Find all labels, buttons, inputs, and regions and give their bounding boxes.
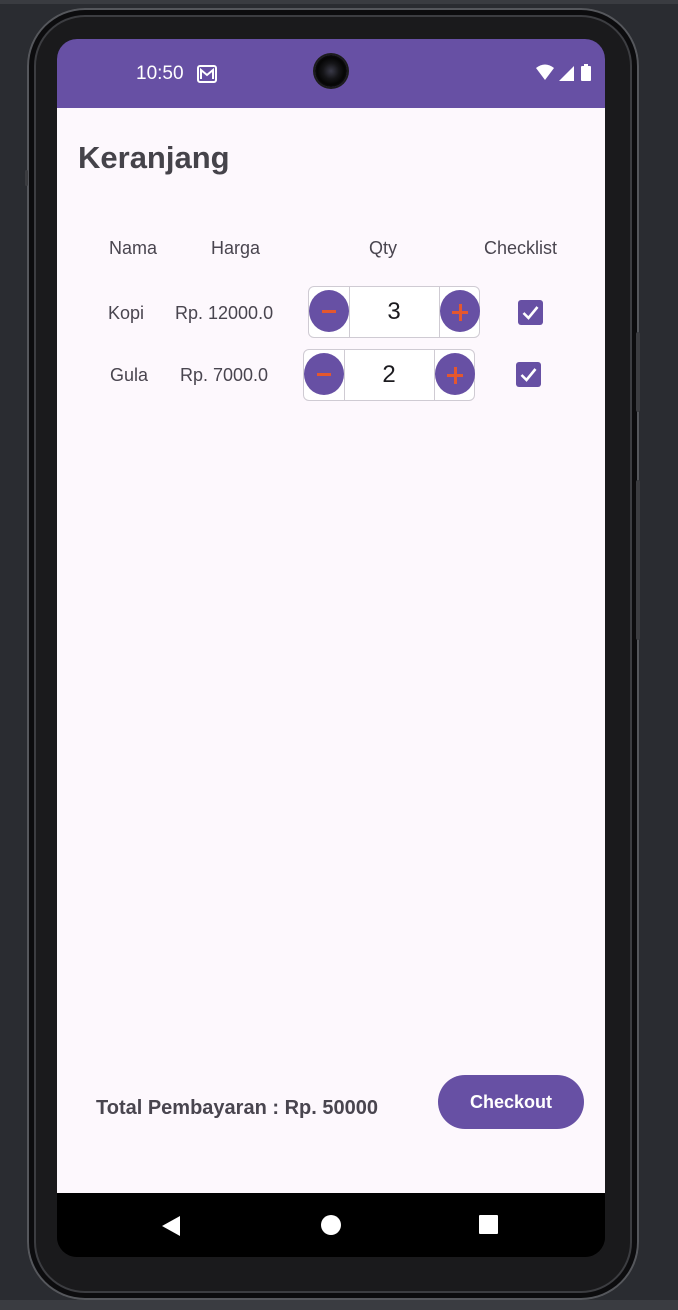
phone-screen: 10:50 Keranjang Nama Harga Qty Checklist… <box>57 39 605 1257</box>
decrement-button[interactable] <box>309 290 349 332</box>
battery-icon <box>581 64 591 81</box>
item-price: Rp. 7000.0 <box>180 365 269 385</box>
desk-edge-bottom <box>0 1300 678 1310</box>
wifi-icon <box>536 64 554 80</box>
increment-button[interactable] <box>435 353 475 395</box>
increment-button[interactable] <box>440 290 480 332</box>
mail-icon <box>197 65 217 83</box>
status-icons <box>535 63 597 83</box>
total-payment-label: Total Pembayaran : Rp. 50000 <box>96 1097 378 1119</box>
quantity-stepper: 2 <box>303 349 475 401</box>
quantity-input[interactable]: 2 <box>344 350 434 400</box>
decrement-button[interactable] <box>304 353 344 395</box>
cellular-signal-icon <box>559 66 574 81</box>
status-bar: 10:50 <box>57 39 605 108</box>
item-price: Rp. 12000.0 <box>175 303 274 323</box>
column-header-checklist: Checklist <box>484 238 558 258</box>
page-title: Keranjang <box>78 140 230 175</box>
item-name: Kopi <box>108 303 145 323</box>
nav-home-icon[interactable] <box>321 1215 341 1235</box>
checkmark-icon <box>522 306 539 320</box>
checkmark-icon <box>520 368 537 382</box>
desk-edge-top <box>0 0 678 4</box>
volume-button <box>636 480 640 640</box>
column-header-nama: Nama <box>109 238 158 258</box>
item-checkbox[interactable] <box>516 362 541 387</box>
power-button <box>636 332 640 412</box>
column-header-qty: Qty <box>369 238 398 258</box>
nav-back-icon[interactable] <box>161 1215 181 1242</box>
status-time: 10:50 <box>136 63 184 84</box>
checkout-button[interactable]: Checkout <box>438 1075 584 1129</box>
cart-content: Keranjang Nama Harga Qty Checklist Kopi … <box>57 108 605 1193</box>
nav-recents-icon[interactable] <box>479 1215 498 1234</box>
front-camera <box>315 55 347 87</box>
navigation-bar <box>57 1193 605 1257</box>
quantity-input[interactable]: 3 <box>349 287 439 337</box>
item-checkbox[interactable] <box>518 300 543 325</box>
item-name: Gula <box>110 365 149 385</box>
side-button-left <box>25 170 28 186</box>
column-header-harga: Harga <box>211 238 261 258</box>
quantity-stepper: 3 <box>308 286 480 338</box>
